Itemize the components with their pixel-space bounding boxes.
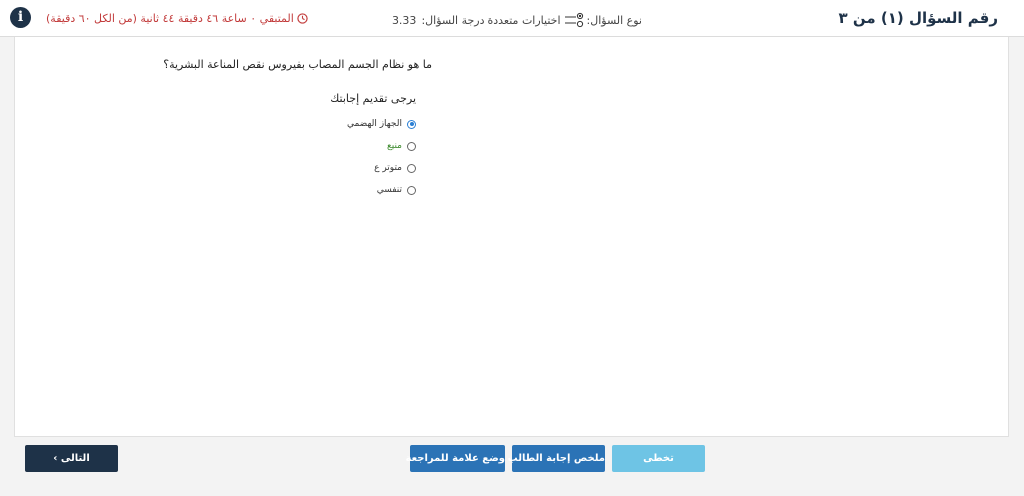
question-type-value: اختيارات متعددة [487,13,561,27]
answer-option[interactable]: الجهاز الهضمي [347,113,416,135]
question-panel [14,37,1009,437]
skip-button[interactable]: تخطى [612,445,705,472]
score-label: درجة السؤال: [421,13,485,27]
mark-for-review-button[interactable]: وضع علامة للمراجعة [406,445,505,472]
option-label: متوتر ع [374,163,402,173]
clock-icon [297,13,308,24]
option-label: منيع [386,141,402,151]
radio-button-selected[interactable] [407,119,416,129]
option-label: تنفسي [376,185,402,195]
exam-header: رقم السؤال (١) من ٣ نوع السؤال: اختيارات… [0,0,1024,37]
answer-instruction: يرجى تقديم إجابتك [330,92,416,105]
score-value: 3.33 [391,13,417,27]
option-label: الجهاز الهضمي [346,119,402,129]
radio-list-icon [564,12,583,28]
question-type-label: نوع السؤال: [586,13,642,27]
answer-summary-button[interactable]: ملخص إجابة الطالب [508,445,605,472]
answer-options: الجهاز الهضمي منيع متوتر ع تنفسي [347,113,416,201]
radio-button[interactable] [407,141,416,151]
next-button[interactable]: التالى › [25,445,118,472]
question-type-info: نوع السؤال: اختيارات متعددة درجة السؤال:… [392,12,642,28]
answer-option[interactable]: متوتر ع [347,157,416,179]
answer-option[interactable]: تنفسي [347,179,416,201]
question-text: ما هو نظام الجسم المصاب بفيروس نقص المنا… [163,58,432,71]
info-icon[interactable]: i [10,7,31,28]
timer: المتبقي ٠ ساعة ٤٦ دقيقة ٤٤ ثانية (من الك… [46,12,308,25]
answer-option[interactable]: منيع [347,135,416,157]
timer-text: المتبقي ٠ ساعة ٤٦ دقيقة ٤٤ ثانية (من الك… [46,12,294,25]
radio-button[interactable] [407,163,416,173]
exam-page: رقم السؤال (١) من ٣ نوع السؤال: اختيارات… [0,0,1024,496]
radio-button[interactable] [407,185,416,195]
question-number: رقم السؤال (١) من ٣ [838,9,998,27]
